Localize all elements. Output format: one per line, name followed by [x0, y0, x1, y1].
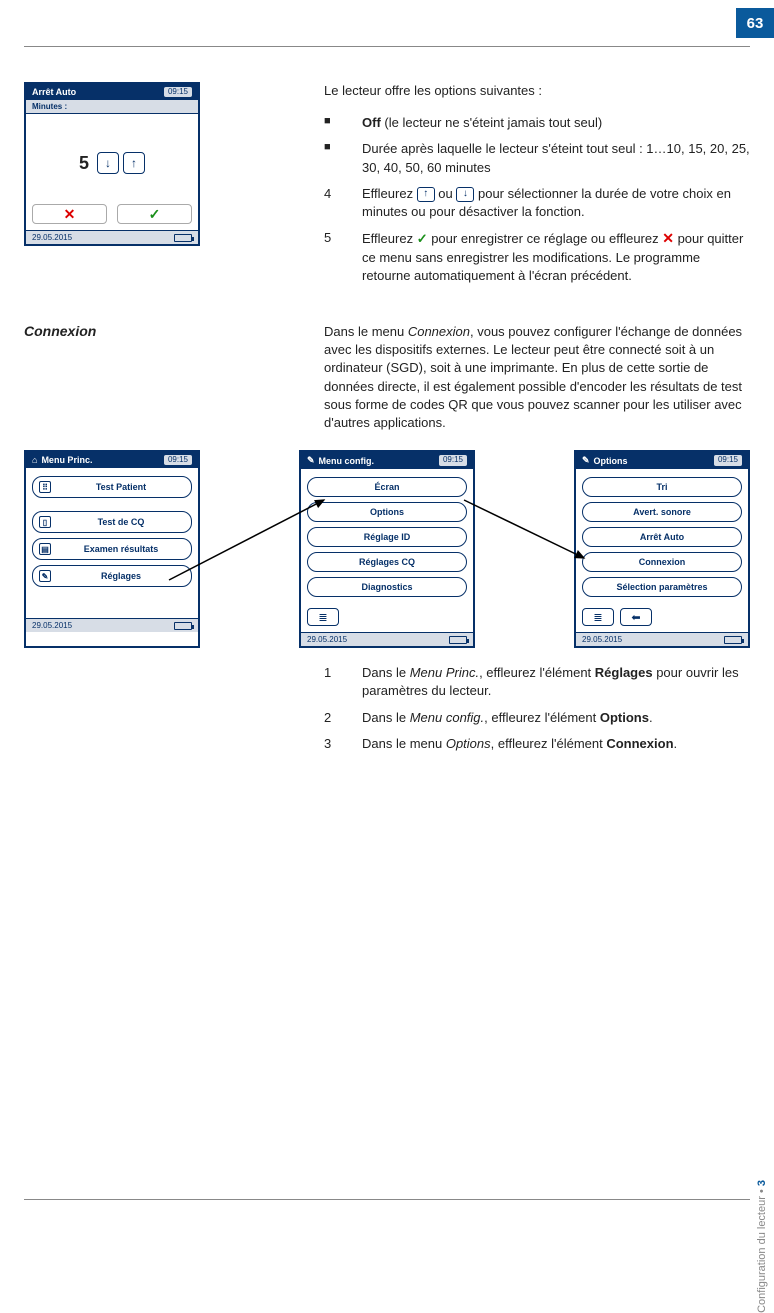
- rule-bottom: [24, 1199, 750, 1200]
- screen1-date: 29.05.2015: [32, 233, 72, 242]
- screen3-date: 29.05.2015: [307, 635, 347, 644]
- bullet-mark: ■: [324, 114, 342, 132]
- screen4-date: 29.05.2015: [582, 635, 622, 644]
- home-icon: ⌂: [32, 455, 37, 465]
- screen2-title: Menu Princ.: [41, 455, 92, 465]
- battery-icon: [174, 234, 192, 242]
- minutes-stepper: 5 ↓ ↑: [32, 152, 192, 174]
- step-num: 3: [324, 735, 342, 753]
- step-b1: Dans le Menu Princ., effleurez l'élément…: [362, 664, 750, 700]
- menu-examen-resultats[interactable]: ▤Examen résultats: [32, 538, 192, 560]
- wrench-icon: ✎: [39, 570, 51, 582]
- step-num: 5: [324, 229, 342, 285]
- step-b3: Dans le menu Options, effleurez l'élémen…: [362, 735, 750, 753]
- device-screen-menu-princ: ⌂ Menu Princ. 09:15 ⠿Test Patient ▯Test d…: [24, 450, 200, 648]
- drop-icon: ⠿: [39, 481, 51, 493]
- side-label: Configuration du lecteur • 3: [756, 1180, 768, 1313]
- step-4-text: Effleurez ↑ ou ↓ pour sélectionner la du…: [362, 185, 750, 221]
- menu-connexion[interactable]: Connexion: [582, 552, 742, 572]
- step-num: 2: [324, 709, 342, 727]
- menu-ecran[interactable]: Écran: [307, 477, 467, 497]
- screen4-title: Options: [594, 456, 628, 466]
- screen3-time: 09:15: [439, 455, 467, 466]
- step-5-text: Effleurez ✓ pour enregistrer ce réglage …: [362, 229, 750, 285]
- device-screen-arret-auto: Arrêt Auto 09:15 Minutes : 5 ↓ ↑ ✕ ✓: [24, 82, 200, 246]
- battery-icon: [449, 636, 467, 644]
- screen2-time: 09:15: [164, 455, 192, 465]
- menu-diagnostics[interactable]: Diagnostics: [307, 577, 467, 597]
- up-arrow-icon: ↑: [417, 187, 435, 202]
- menu-reglages[interactable]: ✎Réglages: [32, 565, 192, 587]
- screen2-date: 29.05.2015: [32, 621, 72, 630]
- up-arrow-button[interactable]: ↑: [123, 152, 145, 174]
- menu-test-cq[interactable]: ▯Test de CQ: [32, 511, 192, 533]
- menu-reglages-cq[interactable]: Réglages CQ: [307, 552, 467, 572]
- sheet-icon: ▤: [39, 543, 51, 555]
- check-icon: ✓: [417, 231, 428, 246]
- down-arrow-icon: ↓: [456, 187, 474, 202]
- menu-test-patient[interactable]: ⠿Test Patient: [32, 476, 192, 498]
- menu-arret-auto[interactable]: Arrêt Auto: [582, 527, 742, 547]
- confirm-button[interactable]: ✓: [117, 204, 192, 224]
- bullet-2: Durée après laquelle le lecteur s'éteint…: [362, 140, 750, 176]
- section-heading-connexion: Connexion: [24, 323, 294, 339]
- intro-text: Le lecteur offre les options suivantes :: [324, 82, 750, 100]
- step-b2: Dans le Menu config., effleurez l'élémen…: [362, 709, 750, 727]
- section-body: Dans le menu Connexion, vous pouvez conf…: [324, 323, 750, 432]
- menu-options[interactable]: Options: [307, 502, 467, 522]
- screen3-title: Menu config.: [319, 456, 375, 466]
- tube-icon: ▯: [39, 516, 51, 528]
- screen1-time: 09:15: [164, 87, 192, 97]
- bullet-mark: ■: [324, 140, 342, 176]
- rule-top: [24, 46, 750, 47]
- list-button[interactable]: ≣: [307, 608, 339, 626]
- menu-selection-parametres[interactable]: Sélection paramètres: [582, 577, 742, 597]
- step-num: 4: [324, 185, 342, 221]
- screen1-sub: Minutes :: [26, 100, 198, 114]
- list-button[interactable]: ≣: [582, 608, 614, 626]
- wrench-icon: ✎: [582, 455, 590, 466]
- screen4-time: 09:15: [714, 455, 742, 466]
- menu-reglage-id[interactable]: Réglage ID: [307, 527, 467, 547]
- wrench-icon: ✎: [307, 455, 315, 466]
- page-number-tab: 63: [736, 8, 774, 38]
- cancel-button[interactable]: ✕: [32, 204, 107, 224]
- screen1-title: Arrêt Auto: [32, 87, 76, 97]
- back-button[interactable]: ⬅: [620, 608, 652, 626]
- x-icon: ✕: [662, 230, 674, 246]
- battery-icon: [174, 622, 192, 630]
- down-arrow-button[interactable]: ↓: [97, 152, 119, 174]
- menu-avert-sonore[interactable]: Avert. sonore: [582, 502, 742, 522]
- battery-icon: [724, 636, 742, 644]
- device-screen-menu-config: ✎ Menu config. 09:15 Écran Options Réglag…: [299, 450, 475, 648]
- menu-tri[interactable]: Tri: [582, 477, 742, 497]
- step-num: 1: [324, 664, 342, 700]
- device-screen-options: ✎ Options 09:15 Tri Avert. sonore Arrêt A…: [574, 450, 750, 648]
- minutes-value: 5: [79, 153, 89, 174]
- bullet-1: Off (le lecteur ne s'éteint jamais tout …: [362, 114, 750, 132]
